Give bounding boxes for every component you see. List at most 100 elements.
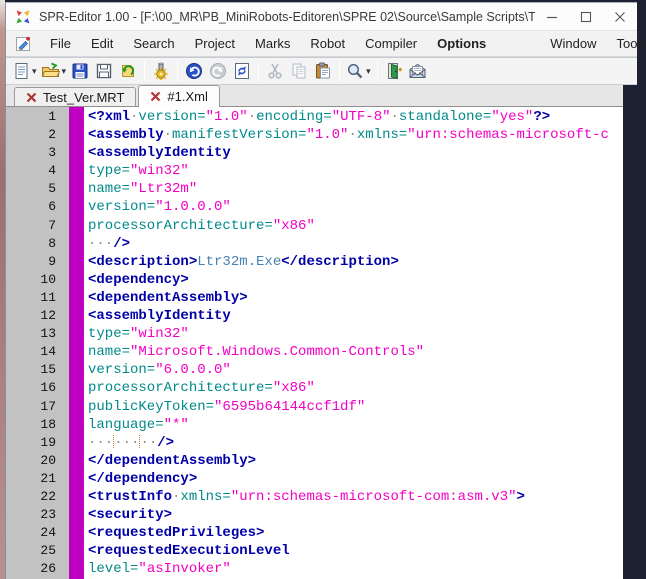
toolbar-button-redo xyxy=(206,59,230,83)
menu-item-file[interactable]: File xyxy=(40,32,81,55)
toolbar-button-undo[interactable] xyxy=(182,59,206,83)
refresh-document-icon xyxy=(233,62,251,80)
copy-icon xyxy=(290,62,308,80)
window-maximize-icon xyxy=(580,11,592,23)
code-line-14[interactable]: name="Microsoft.Windows.Common-Controls" xyxy=(88,343,623,361)
code-line-23[interactable]: <security> xyxy=(88,506,623,524)
menu-item-tools[interactable]: Tools xyxy=(607,32,646,55)
tab-label: #1.Xml xyxy=(167,89,207,104)
dropdown-arrow-icon[interactable]: ▾ xyxy=(366,67,371,76)
line-number: 14 xyxy=(6,343,56,361)
menu-bar: FileEditSearchProjectMarksRobotCompilerO… xyxy=(6,31,637,57)
toolbar-separator xyxy=(177,61,178,81)
title-bar[interactable]: SPR-Editor 1.00 - [F:\00_MR\PB_MiniRobot… xyxy=(6,3,637,31)
window-close-icon xyxy=(614,11,626,23)
window-maximize-button[interactable] xyxy=(569,3,603,31)
window-minimize-icon xyxy=(546,11,558,23)
tab-bar: Test_Ver.MRT #1.Xml xyxy=(6,85,623,107)
code-line-18[interactable]: language="*" xyxy=(88,416,623,434)
menu-item-window[interactable]: Window xyxy=(540,32,606,55)
code-line-12[interactable]: <assemblyIdentity xyxy=(88,307,623,325)
toolbar-separator xyxy=(144,61,145,81)
toolbar-button-search[interactable]: ▾ xyxy=(344,59,373,83)
menu-item-options[interactable]: Options xyxy=(427,32,496,55)
code-line-1[interactable]: <?xml·version="1.0"·encoding="UTF-8"·sta… xyxy=(88,108,623,126)
line-number: 26 xyxy=(6,560,56,578)
code-line-25[interactable]: <requestedExecutionLevel xyxy=(88,542,623,560)
code-line-26[interactable]: level="asInvoker" xyxy=(88,560,623,578)
code-line-2[interactable]: <assembly·manifestVersion="1.0"·xmlns="u… xyxy=(88,126,623,144)
line-number-gutter: 1234567891011121314151617181920212223242… xyxy=(6,107,69,579)
code-line-22[interactable]: <trustInfo·xmlns="urn:schemas-microsoft-… xyxy=(88,488,623,506)
tab-close-icon[interactable] xyxy=(26,92,37,103)
dropdown-arrow-icon[interactable]: ▾ xyxy=(32,67,37,76)
window-close-button[interactable] xyxy=(603,3,637,31)
code-line-19[interactable]: ········/> xyxy=(88,434,623,452)
toolbar-button-revert-folder[interactable] xyxy=(116,59,140,83)
tab-label: Test_Ver.MRT xyxy=(43,90,124,105)
toolbar-button-compile-gear[interactable] xyxy=(149,59,173,83)
toolbar-button-cut xyxy=(263,59,287,83)
line-number: 25 xyxy=(6,542,56,560)
cut-icon xyxy=(266,62,284,80)
tab-test-ver-mrt[interactable]: Test_Ver.MRT xyxy=(14,87,136,106)
menu-item-search[interactable]: Search xyxy=(123,32,184,55)
code-line-9[interactable]: <description>Ltr32m.Exe</description> xyxy=(88,253,623,271)
code-line-15[interactable]: version="6.0.0.0" xyxy=(88,361,623,379)
window-title: SPR-Editor 1.00 - [F:\00_MR\PB_MiniRobot… xyxy=(39,10,535,24)
code-line-3[interactable]: <assemblyIdentity xyxy=(88,144,623,162)
line-number: 13 xyxy=(6,325,56,343)
menu-item-edit[interactable]: Edit xyxy=(81,32,123,55)
line-number: 1 xyxy=(6,108,56,126)
code-line-17[interactable]: publicKeyToken="6595b64144ccf1df" xyxy=(88,398,623,416)
compile-gear-icon xyxy=(152,62,170,80)
line-number: 18 xyxy=(6,416,56,434)
code-line-20[interactable]: </dependentAssembly> xyxy=(88,452,623,470)
line-number: 11 xyxy=(6,289,56,307)
toolbar-button-new-document[interactable]: ▾ xyxy=(11,59,39,83)
window-minimize-button[interactable] xyxy=(535,3,569,31)
line-number: 9 xyxy=(6,253,56,271)
line-number: 2 xyxy=(6,126,56,144)
code-line-11[interactable]: <dependentAssembly> xyxy=(88,289,623,307)
toolbar-button-open-folder[interactable]: ▾ xyxy=(39,59,69,83)
editor-margin-bar xyxy=(69,107,84,579)
toolbar-button-exit-door[interactable] xyxy=(382,59,406,83)
code-editor[interactable]: 1234567891011121314151617181920212223242… xyxy=(6,107,623,579)
toolbar-button-email[interactable] xyxy=(406,59,430,83)
menu-items: FileEditSearchProjectMarksRobotCompilerO… xyxy=(40,32,646,55)
toolbar-button-refresh-document[interactable] xyxy=(230,59,254,83)
redo-icon xyxy=(209,62,227,80)
app-window: SPR-Editor 1.00 - [F:\00_MR\PB_MiniRobot… xyxy=(5,2,637,579)
line-number: 6 xyxy=(6,198,56,216)
toolbar-button-save[interactable] xyxy=(68,59,92,83)
tab--1-xml[interactable]: #1.Xml xyxy=(138,85,219,107)
menu-item-marks[interactable]: Marks xyxy=(245,32,300,55)
line-number: 23 xyxy=(6,506,56,524)
code-line-10[interactable]: <dependency> xyxy=(88,271,623,289)
menu-item-project[interactable]: Project xyxy=(185,32,245,55)
code-line-21[interactable]: </dependency> xyxy=(88,470,623,488)
menu-item-robot[interactable]: Robot xyxy=(300,32,355,55)
code-line-24[interactable]: <requestedPrivileges> xyxy=(88,524,623,542)
line-number: 5 xyxy=(6,180,56,198)
code-line-6[interactable]: version="1.0.0.0" xyxy=(88,198,623,216)
line-number: 17 xyxy=(6,398,56,416)
line-number: 22 xyxy=(6,488,56,506)
undo-icon xyxy=(185,62,203,80)
code-area[interactable]: <?xml·version="1.0"·encoding="UTF-8"·sta… xyxy=(84,107,623,579)
menu-item-compiler[interactable]: Compiler xyxy=(355,32,427,55)
toolbar-button-save-as[interactable] xyxy=(92,59,116,83)
dropdown-arrow-icon[interactable]: ▾ xyxy=(62,67,67,76)
code-line-16[interactable]: processorArchitecture="x86" xyxy=(88,379,623,397)
code-line-5[interactable]: name="Ltr32m" xyxy=(88,180,623,198)
tab-close-icon[interactable] xyxy=(150,91,161,102)
code-line-13[interactable]: type="win32" xyxy=(88,325,623,343)
new-document-icon xyxy=(13,62,30,80)
code-line-4[interactable]: type="win32" xyxy=(88,162,623,180)
toolbar-button-paste[interactable] xyxy=(311,59,335,83)
spr-editor-logo-icon xyxy=(14,8,32,26)
code-line-8[interactable]: ···/> xyxy=(88,235,623,253)
line-number: 24 xyxy=(6,524,56,542)
code-line-7[interactable]: processorArchitecture="x86" xyxy=(88,217,623,235)
